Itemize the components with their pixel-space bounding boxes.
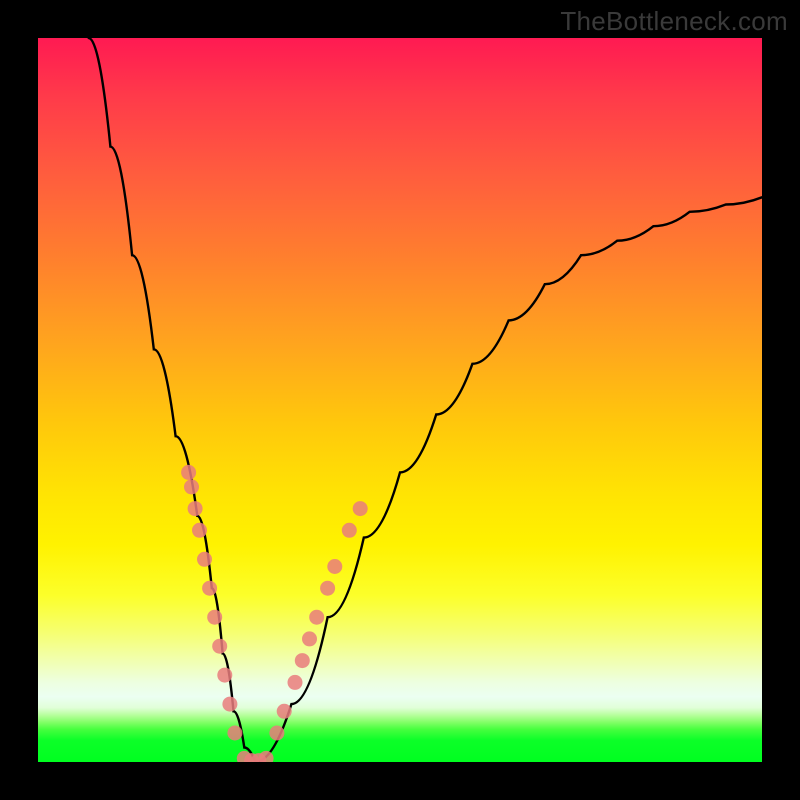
- right-branch-marker: [295, 653, 310, 668]
- left-branch-marker: [181, 465, 196, 480]
- chart-svg: [38, 38, 762, 762]
- left-branch-marker: [202, 581, 217, 596]
- chart-frame: TheBottleneck.com: [0, 0, 800, 800]
- left-branch-marker: [188, 501, 203, 516]
- left-branch-marker: [217, 668, 232, 683]
- right-branch-marker: [353, 501, 368, 516]
- left-branch-marker: [184, 479, 199, 494]
- watermark-text: TheBottleneck.com: [560, 6, 788, 37]
- left-branch-marker: [197, 552, 212, 567]
- right-branch-marker: [320, 581, 335, 596]
- bottleneck-curve: [89, 38, 762, 762]
- plot-area: [38, 38, 762, 762]
- right-branch-marker: [327, 559, 342, 574]
- left-branch-marker: [207, 610, 222, 625]
- right-branch-marker: [277, 704, 292, 719]
- right-branch-marker: [302, 631, 317, 646]
- right-branch-marker: [342, 523, 357, 538]
- left-branch-marker: [227, 726, 242, 741]
- left-branch-marker: [212, 639, 227, 654]
- valley-marker: [259, 751, 274, 762]
- right-branch-marker: [269, 726, 284, 741]
- right-branch-marker: [309, 610, 324, 625]
- right-branch-marker: [288, 675, 303, 690]
- left-branch-marker: [192, 523, 207, 538]
- marker-layer: [181, 465, 368, 762]
- curve-layer: [89, 38, 762, 762]
- left-branch-marker: [222, 697, 237, 712]
